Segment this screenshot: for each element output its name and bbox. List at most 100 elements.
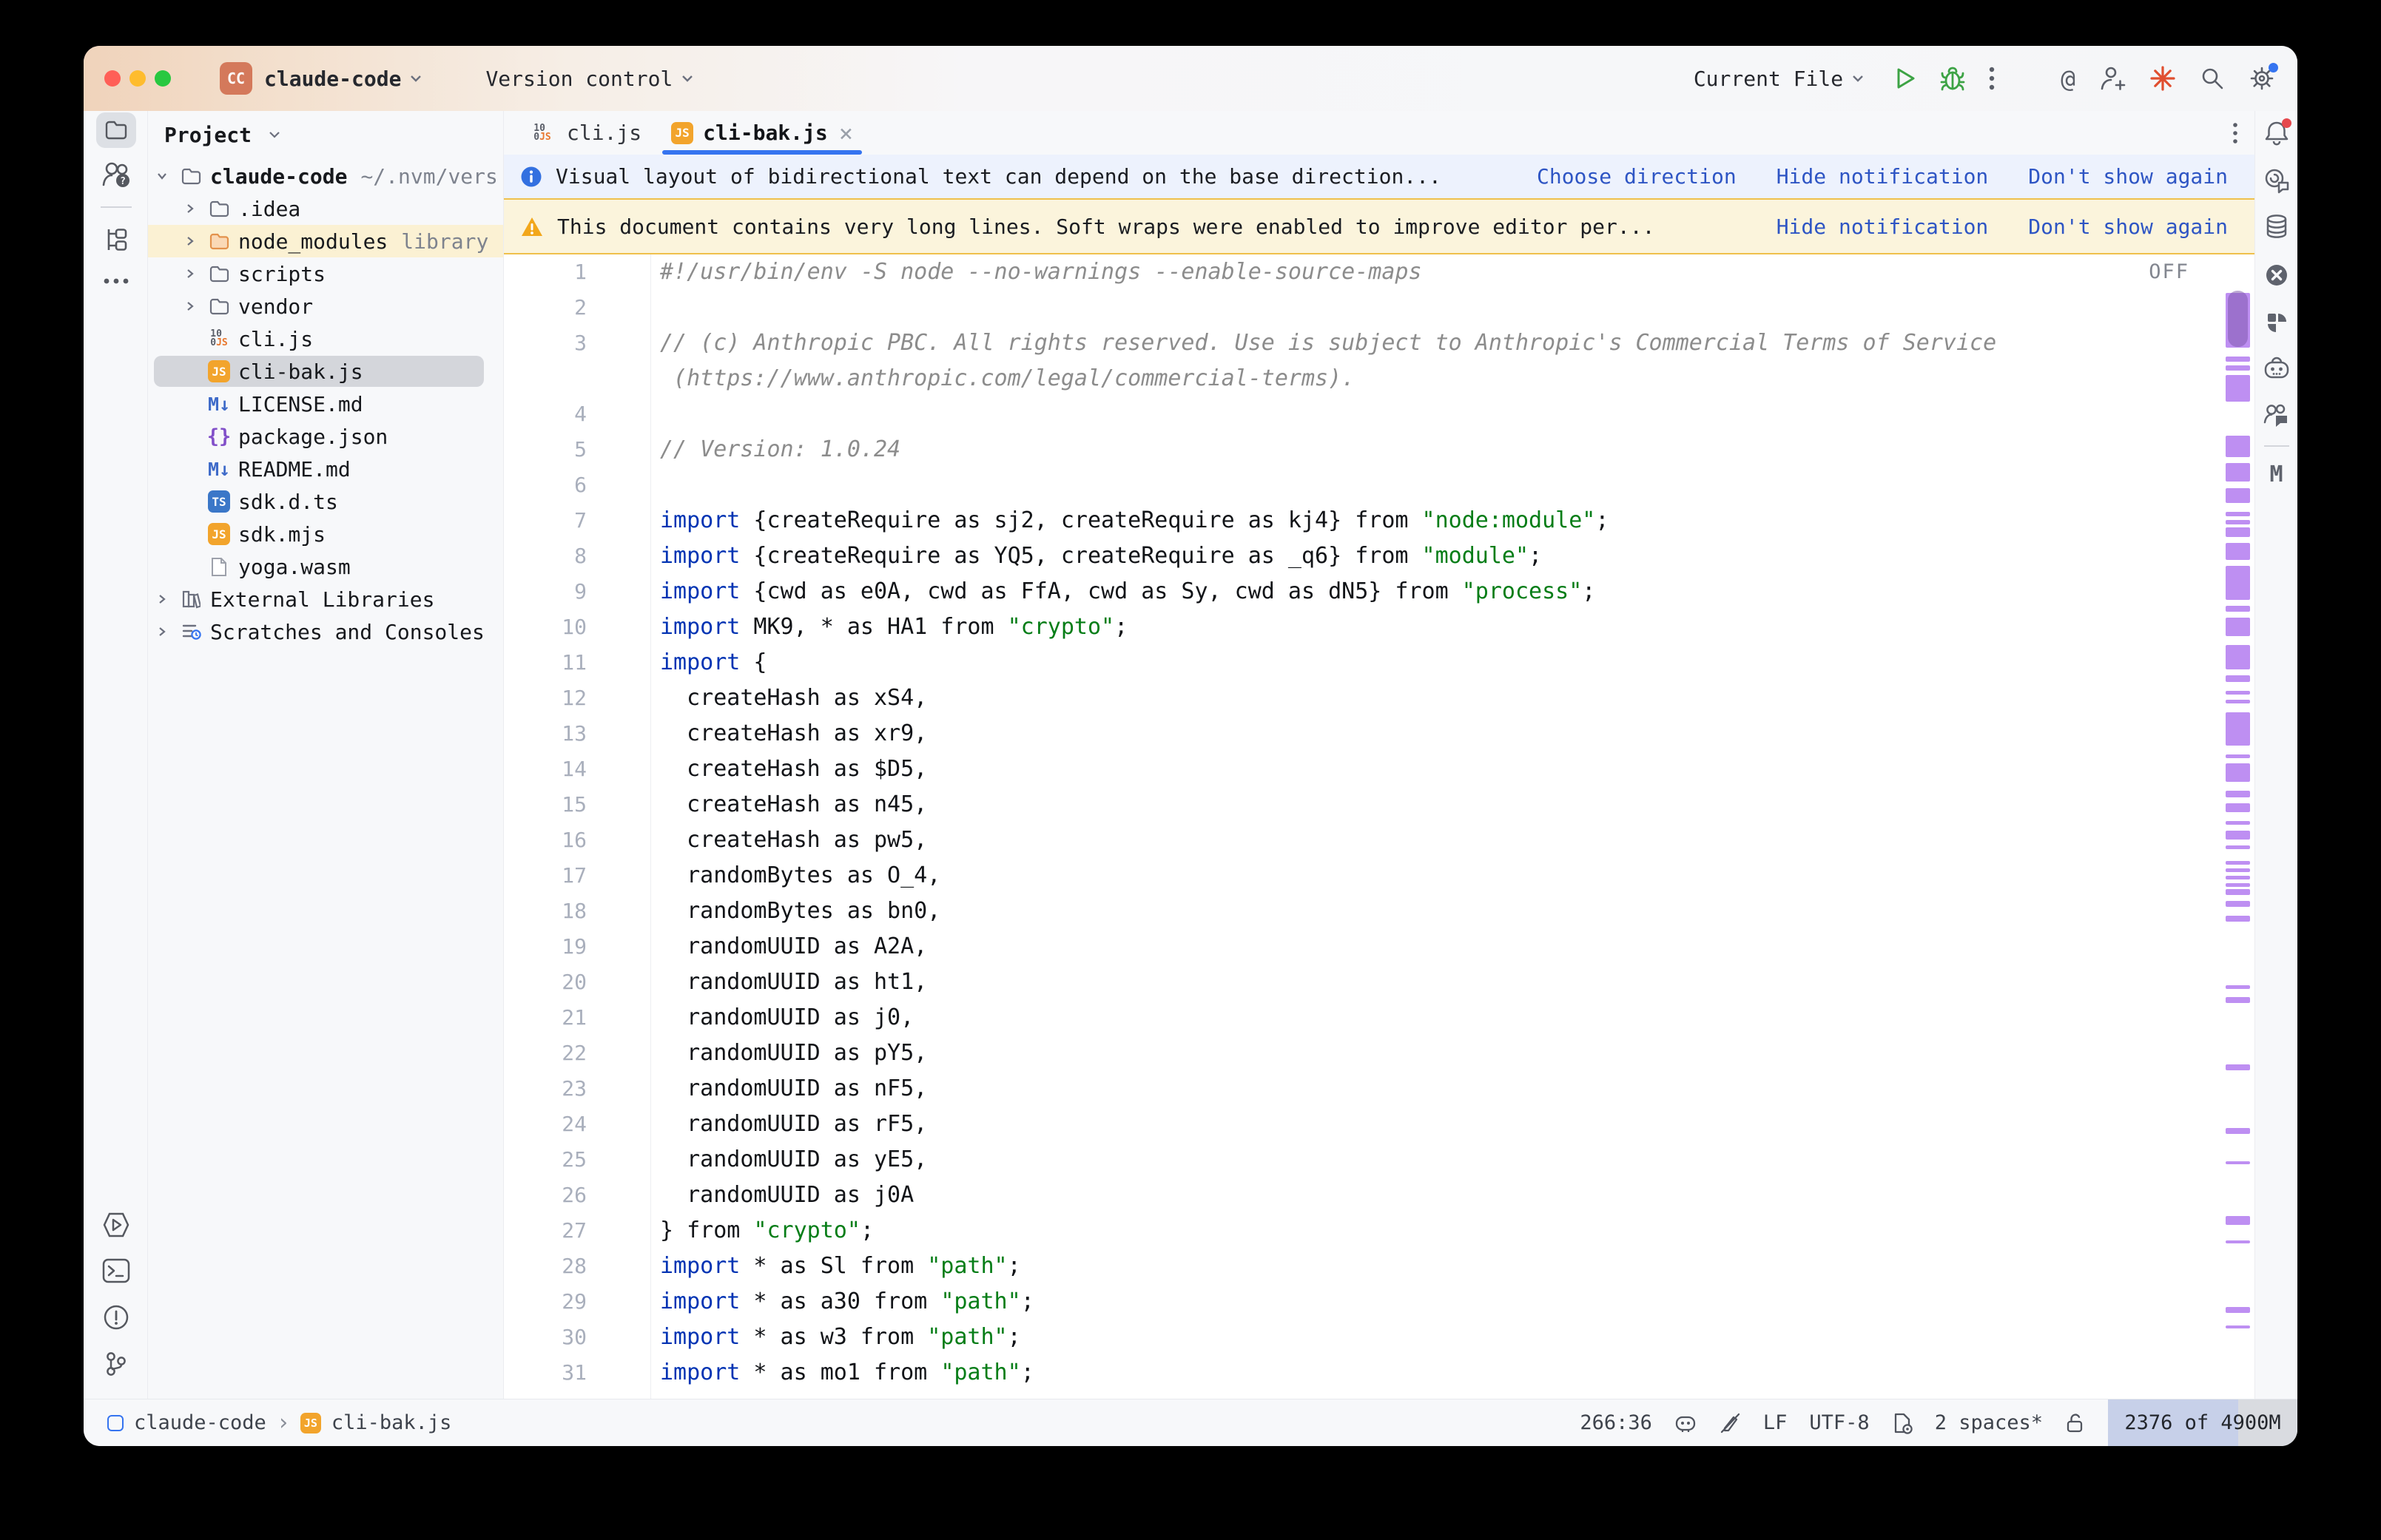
settings-button[interactable] — [2249, 65, 2275, 92]
search-everywhere-button[interactable] — [2200, 66, 2225, 91]
notification-dot — [2282, 118, 2291, 128]
highlighting-level-icon[interactable] — [1719, 1412, 1741, 1434]
tree-item-scripts[interactable]: scripts — [148, 257, 503, 290]
tree-item-claude-code[interactable]: claude-code~/.nvm/vers — [148, 160, 503, 192]
tree-item-cli-bak-js[interactable]: JScli-bak.js — [148, 355, 503, 388]
minimize-window-button[interactable] — [129, 70, 146, 87]
tree-item-readme-md[interactable]: M↓README.md — [148, 453, 503, 485]
debug-button[interactable] — [1939, 66, 1966, 91]
line-number: 21 — [504, 1000, 587, 1036]
tree-item-package-json[interactable]: {}package.json — [148, 420, 503, 453]
x-plugin-icon[interactable] — [2263, 262, 2290, 288]
chevron-right-icon[interactable] — [148, 592, 176, 606]
banner-link-choose-direction[interactable]: Choose direction — [1537, 164, 1737, 189]
dependencies-plugin-icon[interactable] — [2263, 309, 2290, 336]
robot-plugin-icon[interactable] — [2263, 355, 2291, 382]
tab-cli-bak-js[interactable]: JS cli-bak.js × — [656, 111, 868, 155]
code-line: 11import { — [504, 645, 2254, 680]
memory-indicator[interactable]: 2376 of 4900M — [2108, 1399, 2297, 1446]
tree-item-external-libraries[interactable]: External Libraries — [148, 583, 503, 615]
git-tool-button[interactable] — [104, 1351, 128, 1377]
chevron-right-icon[interactable] — [176, 234, 204, 248]
close-tab-icon[interactable]: × — [839, 119, 853, 147]
project-menu[interactable]: claude-code — [264, 67, 401, 91]
line-number: 25 — [504, 1142, 587, 1178]
structure-tool-button[interactable] — [103, 226, 129, 253]
letter-m-plugin-icon[interactable]: M — [2269, 462, 2283, 487]
chevron-down-icon[interactable] — [148, 169, 176, 183]
change-marker — [2226, 876, 2250, 879]
ts-file-icon: TS — [204, 490, 234, 513]
file-settings-icon[interactable] — [1892, 1412, 1913, 1434]
tree-item-license-md[interactable]: M↓LICENSE.md — [148, 388, 503, 420]
breadcrumb-file[interactable]: cli-bak.js — [331, 1411, 452, 1434]
tree-item--idea[interactable]: .idea — [148, 192, 503, 225]
run-configuration-select[interactable]: Current File — [1694, 67, 1843, 91]
banner-link-don-t-show-again[interactable]: Don't show again — [2028, 215, 2228, 239]
notifications-bell-icon[interactable] — [2263, 120, 2290, 146]
encoding-widget[interactable]: UTF-8 — [1809, 1411, 1869, 1434]
code-line-text: createHash as pw5, — [660, 823, 927, 858]
tree-item-label: cli-bak.js — [238, 359, 363, 384]
copilot-status-icon[interactable] — [1674, 1413, 1697, 1433]
folder-icon — [176, 168, 206, 185]
code-editor[interactable]: 1#!/usr/bin/env -S node --no-warnings --… — [504, 254, 2254, 1399]
code-line: 6 — [504, 467, 2254, 503]
change-marker — [2226, 436, 2250, 457]
line-number: 14 — [504, 752, 587, 787]
banner-link-don-t-show-again[interactable]: Don't show again — [2028, 164, 2228, 189]
version-control-menu[interactable]: Version control — [485, 67, 673, 91]
ai-chat-icon[interactable] — [2263, 167, 2291, 194]
services-tool-button[interactable] — [102, 1212, 130, 1238]
chevron-right-icon[interactable] — [176, 202, 204, 215]
commit-tool-button[interactable]: ? — [101, 160, 132, 189]
banner-message: This document contains very long lines. … — [557, 215, 1654, 239]
chevron-right-icon[interactable] — [176, 267, 204, 280]
code-line: 19 randomUUID as A2A, — [504, 929, 2254, 965]
js-file-icon: JS — [204, 360, 234, 382]
tree-item-sdk-mjs[interactable]: JSsdk.mjs — [148, 518, 503, 550]
tree-item-suffix: ~/.nvm/vers — [360, 164, 497, 189]
breadcrumb-project[interactable]: claude-code — [134, 1411, 266, 1434]
indent-widget[interactable]: 2 spaces* — [1935, 1411, 2043, 1434]
tab-options-icon[interactable] — [2232, 122, 2238, 144]
code-with-me-icon[interactable] — [2263, 402, 2291, 429]
project-tool-button[interactable] — [96, 112, 136, 148]
tab-cli-js[interactable]: 100JS cli.js — [513, 111, 656, 155]
line-number: 31 — [504, 1355, 587, 1391]
tree-item-sdk-d-ts[interactable]: TSsdk.d.ts — [148, 485, 503, 518]
database-icon[interactable] — [2263, 213, 2290, 240]
main-area: ? Project claude-code~/.nvm/vers.ideanod… — [84, 111, 2297, 1399]
banner-link-hide-notification[interactable]: Hide notification — [1777, 215, 1989, 239]
zoom-window-button[interactable] — [155, 70, 171, 87]
chevron-right-icon[interactable] — [176, 300, 204, 313]
library-folder-icon — [204, 233, 234, 250]
tree-item-yoga-wasm[interactable]: yoga.wasm — [148, 550, 503, 583]
more-actions-button[interactable] — [1988, 66, 1996, 91]
line-number: 18 — [504, 894, 587, 929]
tree-item-vendor[interactable]: vendor — [148, 290, 503, 322]
tree-item-node-modules[interactable]: node_moduleslibrary — [148, 225, 503, 257]
folder-icon — [204, 298, 234, 315]
terminal-tool-button[interactable] — [102, 1258, 130, 1283]
editor-scrollbar-stripe[interactable] — [2226, 254, 2250, 1399]
caret-position[interactable]: 266:36 — [1580, 1411, 1652, 1434]
plugin-star-icon[interactable] — [2149, 65, 2176, 92]
change-marker — [2226, 543, 2250, 560]
close-window-button[interactable] — [104, 70, 121, 87]
tree-item-cli-js[interactable]: 100JScli.js — [148, 322, 503, 355]
js-large-file-icon: 100JS — [528, 124, 557, 142]
add-user-button[interactable] — [2099, 65, 2126, 92]
banner-link-hide-notification[interactable]: Hide notification — [1777, 164, 1989, 189]
project-panel-header[interactable]: Project — [148, 111, 503, 158]
chevron-right-icon[interactable] — [148, 625, 176, 638]
code-line: 13 createHash as xr9, — [504, 716, 2254, 752]
line-separator-widget[interactable]: LF — [1763, 1411, 1788, 1434]
tree-item-scratches-and-consoles[interactable]: Scratches and Consoles — [148, 615, 503, 648]
unlocked-icon[interactable] — [2065, 1412, 2086, 1434]
run-button[interactable] — [1893, 66, 1917, 91]
more-tool-windows-button[interactable] — [102, 277, 130, 286]
scrollbar-thumb[interactable] — [2228, 291, 2248, 347]
ai-assistant-icon[interactable]: @ — [2061, 67, 2075, 91]
problems-tool-button[interactable] — [103, 1304, 129, 1331]
